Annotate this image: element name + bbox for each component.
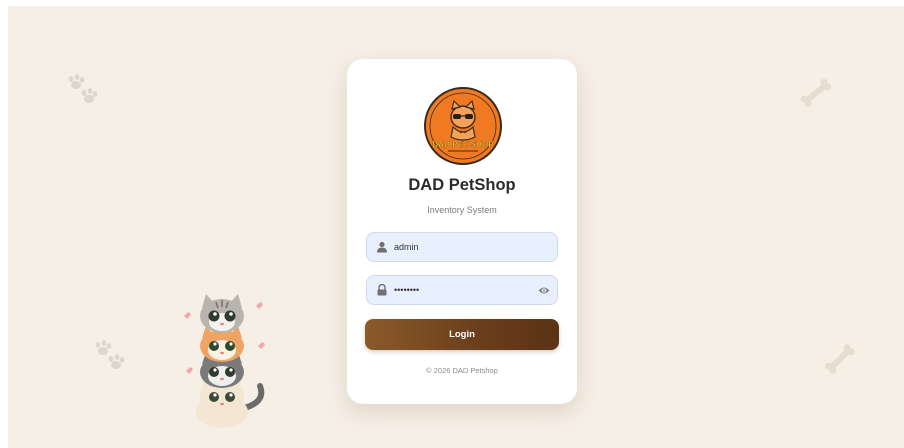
- login-card: DAD PET SHOP DAD PetShop Inventory Syste…: [347, 59, 577, 404]
- username-field[interactable]: [366, 232, 558, 262]
- bone-icon: [800, 78, 832, 108]
- password-field[interactable]: [366, 275, 558, 305]
- bone-icon: [825, 344, 855, 374]
- logo-text: DAD PET SHOP: [432, 140, 494, 149]
- stacked-cats-illustration: [184, 294, 265, 428]
- password-input[interactable]: [394, 276, 534, 304]
- copyright-footer: © 2026 DAD Petshop: [426, 366, 498, 375]
- paw-prints-icon: [68, 74, 98, 103]
- lock-icon: [377, 284, 387, 296]
- shop-logo: DAD PET SHOP: [424, 87, 502, 165]
- login-button[interactable]: Login: [365, 319, 559, 350]
- username-input[interactable]: [394, 233, 534, 261]
- eye-icon[interactable]: [538, 285, 550, 296]
- app-subtitle: Inventory System: [427, 205, 497, 215]
- login-page: DAD PET SHOP DAD PetShop Inventory Syste…: [8, 6, 904, 448]
- paw-prints-icon: [95, 340, 125, 369]
- user-icon: [377, 241, 387, 253]
- app-title: DAD PetShop: [408, 176, 516, 194]
